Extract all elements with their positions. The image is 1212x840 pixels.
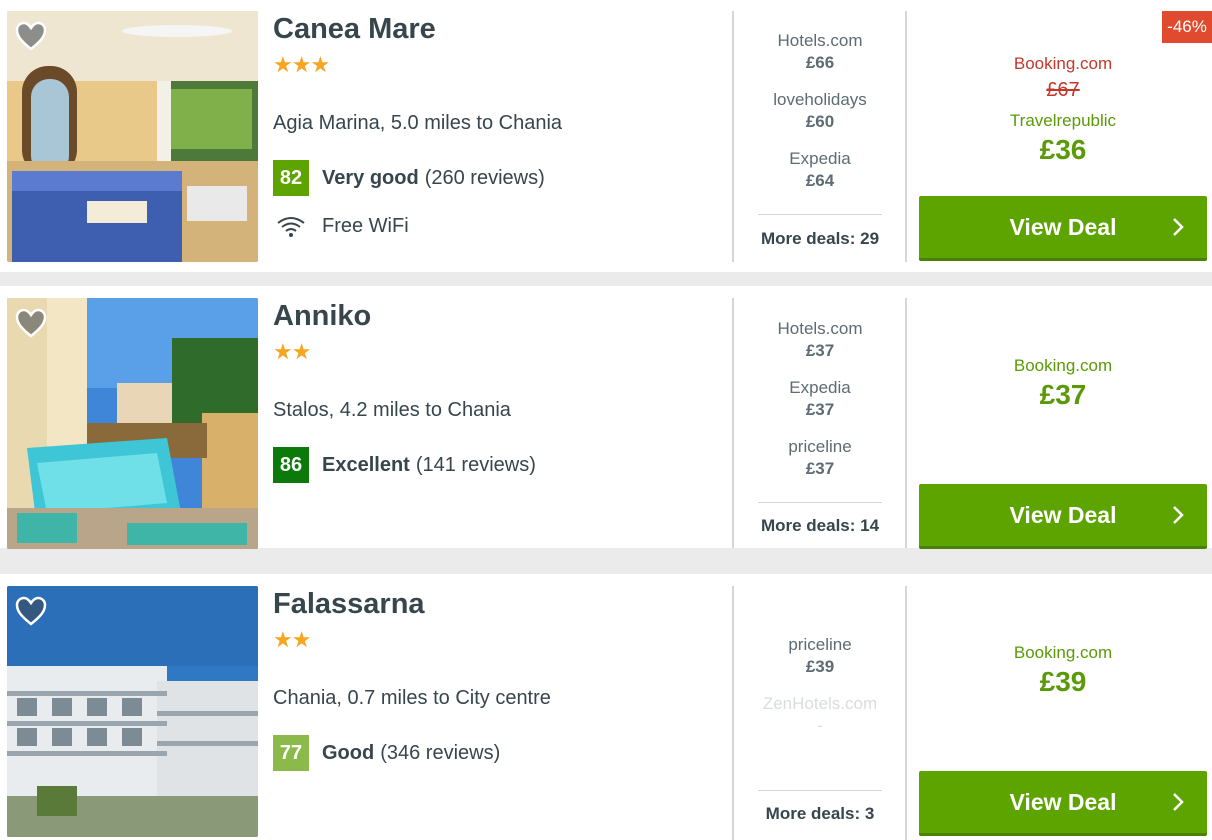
view-deal-label: View Deal <box>1009 213 1117 240</box>
rating-score-badge: 86 <box>273 447 309 483</box>
review-count: (260 reviews) <box>424 166 545 189</box>
hotel-name[interactable]: Canea Mare <box>273 13 436 46</box>
deal-provider: Hotels.com <box>777 31 863 50</box>
deal-price: £64 <box>805 171 835 190</box>
amenity-label: Free WiFi <box>322 214 409 237</box>
more-deals-divider <box>758 502 882 503</box>
best-provider: Travelrepublic <box>1009 111 1117 130</box>
hotel-photo[interactable] <box>7 298 258 549</box>
view-deal-label: View Deal <box>1009 501 1117 528</box>
view-deal-button[interactable]: View Deal <box>919 196 1207 261</box>
old-price: £67 <box>1046 79 1080 101</box>
favorite-heart-icon[interactable] <box>15 21 47 51</box>
rating-label: Very good <box>322 166 419 189</box>
hotel-location: Agia Marina, 5.0 miles to Chania <box>273 112 563 134</box>
deal-price: £37 <box>805 459 835 478</box>
rating-score-badge: 82 <box>273 160 309 196</box>
rating-label: Good <box>322 741 375 764</box>
deal-item[interactable]: Hotels.com £66 <box>758 31 882 73</box>
deal-provider: priceline <box>788 437 852 456</box>
deal-provider: ZenHotels.com <box>762 694 878 713</box>
best-provider: Booking.com <box>1013 643 1113 662</box>
deal-item-unavailable: ZenHotels.com - <box>758 694 882 736</box>
star-rating: ★★ <box>273 339 311 364</box>
column-divider <box>732 586 734 840</box>
chevron-right-icon <box>1173 793 1184 811</box>
column-divider <box>732 11 734 262</box>
deal-item[interactable]: priceline £37 <box>758 437 882 479</box>
hotel-photo[interactable] <box>7 586 258 837</box>
view-deal-button[interactable]: View Deal <box>919 484 1207 549</box>
view-deal-label: View Deal <box>1009 788 1117 815</box>
discount-badge: -46% <box>1162 11 1212 43</box>
hotel-card-falassarna[interactable]: Falassarna ★★ Chania, 0.7 miles to City … <box>0 574 1212 840</box>
deal-price: £66 <box>805 53 835 72</box>
more-deals-divider <box>758 790 882 791</box>
deal-item[interactable]: Expedia £37 <box>758 378 882 420</box>
best-price: £37 <box>1039 379 1087 410</box>
column-divider <box>905 586 907 840</box>
star-rating: ★★★ <box>273 52 330 77</box>
best-deal[interactable]: Booking.com £37 <box>918 356 1208 411</box>
rating-label: Excellent <box>322 453 410 476</box>
amenity-wifi: Free WiFi <box>276 214 409 238</box>
deal-provider: Expedia <box>789 378 851 397</box>
deal-price: £39 <box>805 657 835 676</box>
more-deals-link[interactable]: More deals: 3 <box>750 804 890 824</box>
column-divider <box>732 298 734 548</box>
favorite-heart-icon[interactable] <box>15 308 47 338</box>
deal-provider: loveholidays <box>773 90 867 109</box>
review-rating[interactable]: 82 Very good (260 reviews) <box>273 160 545 196</box>
favorite-heart-icon[interactable] <box>15 596 47 626</box>
best-provider: Booking.com <box>1013 356 1113 375</box>
best-price: £36 <box>1039 134 1087 165</box>
deal-provider: Expedia <box>789 149 851 168</box>
deal-item[interactable]: Expedia £64 <box>758 149 882 191</box>
compare-provider: Booking.com <box>1013 54 1113 73</box>
best-deal[interactable]: Booking.com £67 Travelrepublic £36 <box>918 54 1208 166</box>
more-deals-link[interactable]: More deals: 14 <box>750 516 890 536</box>
review-rating[interactable]: 86 Excellent (141 reviews) <box>273 447 536 483</box>
hotel-location: Chania, 0.7 miles to City centre <box>273 687 551 709</box>
more-deals-link[interactable]: More deals: 29 <box>750 229 890 249</box>
more-deals-divider <box>758 214 882 215</box>
hotel-card-canea-mare[interactable]: Canea Mare ★★★ Agia Marina, 5.0 miles to… <box>0 0 1212 272</box>
deal-price: - <box>817 716 823 735</box>
hotel-name[interactable]: Falassarna <box>273 588 425 621</box>
deal-item[interactable]: priceline £39 <box>758 635 882 677</box>
deal-price: £37 <box>805 341 835 360</box>
review-count: (141 reviews) <box>415 453 536 476</box>
view-deal-button[interactable]: View Deal <box>919 771 1207 836</box>
deal-item[interactable]: Hotels.com £37 <box>758 319 882 361</box>
deal-price: £60 <box>805 112 835 131</box>
deal-provider: Hotels.com <box>777 319 863 338</box>
chevron-right-icon <box>1173 506 1184 524</box>
deal-provider: priceline <box>788 635 852 654</box>
hotel-location: Stalos, 4.2 miles to Chania <box>273 399 511 421</box>
deal-price: £37 <box>805 400 835 419</box>
review-count: (346 reviews) <box>380 741 501 764</box>
star-rating: ★★ <box>273 627 311 652</box>
hotel-photo[interactable] <box>7 11 258 262</box>
review-rating[interactable]: 77 Good (346 reviews) <box>273 735 500 771</box>
best-deal[interactable]: Booking.com £39 <box>918 643 1208 698</box>
rating-score-badge: 77 <box>273 735 309 771</box>
deal-item[interactable]: loveholidays £60 <box>758 90 882 132</box>
column-divider <box>905 298 907 548</box>
column-divider <box>905 11 907 262</box>
best-price: £39 <box>1039 666 1087 697</box>
hotel-card-anniko[interactable]: Anniko ★★ Stalos, 4.2 miles to Chania 86… <box>0 286 1212 549</box>
chevron-right-icon <box>1173 218 1184 236</box>
wifi-icon <box>277 217 305 237</box>
hotel-name[interactable]: Anniko <box>273 300 371 333</box>
